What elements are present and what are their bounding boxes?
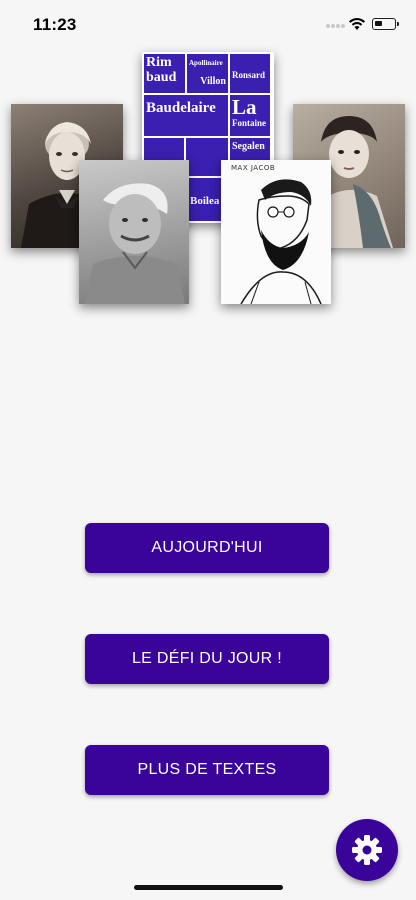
more-texts-button[interactable]: PLUS DE TEXTES — [85, 745, 329, 795]
tile-la-fontaine: La Fontaine — [230, 95, 270, 136]
tile-apollinaire-villon: Apollinaire Villon — [187, 54, 228, 93]
tile-rimbaud: Rim baud — [144, 54, 185, 93]
wifi-icon — [349, 18, 365, 30]
daily-challenge-button[interactable]: LE DÉFI DU JOUR ! — [85, 634, 329, 684]
sketch-caption: MAX JACOB — [231, 164, 276, 172]
home-indicator[interactable] — [134, 885, 283, 890]
settings-button[interactable] — [336, 819, 398, 881]
portrait-sketch: MAX JACOB — [221, 160, 331, 304]
battery-icon — [372, 18, 399, 30]
status-bar: 11:23 — [0, 0, 416, 48]
poets-collage: Rim baud Apollinaire Villon Ronsard Baud… — [0, 48, 416, 318]
portrait-apollinaire — [79, 160, 189, 304]
today-button[interactable]: AUJOURD'HUI — [85, 523, 329, 573]
gear-icon — [352, 835, 382, 865]
tile-ronsard: Ronsard — [230, 54, 270, 93]
tile-baudelaire: Baudelaire — [144, 95, 228, 136]
status-time: 11:23 — [33, 15, 77, 34]
signal-dots-icon — [326, 24, 346, 28]
